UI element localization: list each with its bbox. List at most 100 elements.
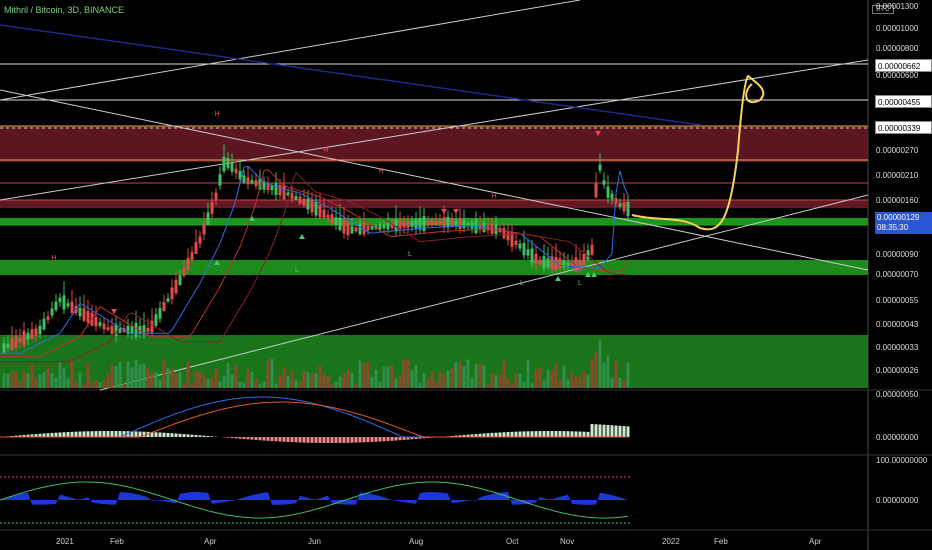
macd-histogram-bar <box>498 432 502 437</box>
volume-bar <box>490 373 494 388</box>
volume-bar <box>2 372 6 388</box>
macd-histogram-bar <box>542 431 546 437</box>
price-tick-label: 0.00000270 <box>876 146 919 155</box>
macd-histogram-bar <box>490 432 494 437</box>
volume-bar <box>374 369 378 388</box>
volume-bar <box>362 362 366 388</box>
volume-bar <box>530 383 534 388</box>
volume-bar <box>74 381 78 388</box>
indicator-tick-label: 0.00000000 <box>876 496 919 505</box>
macd-histogram-bar <box>62 432 66 437</box>
volume-bar <box>94 380 98 388</box>
volume-bar <box>582 370 586 388</box>
macd-histogram-bar <box>546 431 550 437</box>
price-tick-label: 0.00000070 <box>876 270 919 279</box>
macd-histogram-bar <box>610 425 614 437</box>
time-tick-label: Jun <box>308 537 321 546</box>
macd-histogram-bar <box>134 431 138 437</box>
macd-histogram-bar <box>50 432 54 437</box>
high-marker: H <box>491 193 496 200</box>
macd-histogram-bar <box>534 431 538 437</box>
macd-histogram-bar <box>246 437 250 440</box>
volume-bar <box>606 355 610 388</box>
volume-bar <box>534 369 538 388</box>
volume-bar <box>190 383 194 388</box>
volume-bar <box>478 363 482 388</box>
volume-bar <box>138 364 142 388</box>
volume-bar <box>62 367 66 388</box>
macd-histogram-bar <box>98 431 102 437</box>
volume-bar <box>238 381 242 388</box>
macd-histogram-bar <box>302 437 306 443</box>
volume-bar <box>310 373 314 388</box>
macd-histogram-bar <box>530 431 534 437</box>
volume-bar <box>90 381 94 388</box>
volume-bar <box>438 371 442 388</box>
volume-bar <box>186 361 190 388</box>
macd-histogram-bar <box>242 437 246 440</box>
macd-histogram-bar <box>334 437 338 443</box>
volume-bar <box>266 359 270 388</box>
volume-bar <box>426 377 430 388</box>
macd-histogram-bar <box>94 431 98 437</box>
volume-bar <box>242 382 246 388</box>
low-marker: L <box>295 267 299 274</box>
macd-histogram-bar <box>158 432 162 437</box>
time-tick-label: 2021 <box>56 537 74 546</box>
volume-bar <box>114 366 118 388</box>
volume-bar <box>526 359 530 388</box>
macd-histogram-bar <box>238 437 242 439</box>
macd-histogram-bar <box>306 437 310 443</box>
volume-zone <box>0 335 868 388</box>
volume-bar <box>410 370 414 388</box>
volume-bar <box>30 364 34 388</box>
macd-histogram-bar <box>226 437 230 438</box>
macd-histogram-bar <box>526 431 530 437</box>
macd-histogram-bar <box>582 431 586 437</box>
macd-histogram-bar <box>170 433 174 437</box>
macd-histogram-bar <box>538 431 542 437</box>
volume-bar <box>518 373 522 388</box>
macd-histogram-bar <box>74 431 78 437</box>
macd-histogram-bar <box>390 437 394 441</box>
volume-bar <box>546 369 550 388</box>
volume-bar <box>378 381 382 388</box>
high-marker: H <box>378 168 383 175</box>
volume-bar <box>598 339 602 388</box>
macd-histogram-bar <box>318 437 322 443</box>
macd-histogram-bar <box>206 435 210 437</box>
support-zone <box>0 260 868 275</box>
macd-histogram-bar <box>194 434 198 437</box>
macd-histogram-bar <box>86 431 90 437</box>
volume-bar <box>590 358 594 388</box>
signal-line <box>0 401 628 438</box>
macd-histogram-bar <box>338 437 342 443</box>
volume-bar <box>298 381 302 388</box>
macd-histogram-bar <box>622 426 626 437</box>
volume-bar <box>446 370 450 388</box>
macd-histogram-bar <box>270 437 274 442</box>
volume-bar <box>550 370 554 388</box>
macd-histogram-bar <box>350 437 354 443</box>
volume-bar <box>594 352 598 388</box>
chart-canvas[interactable]: H H H H H L L L L <box>0 0 932 550</box>
macd-histogram-bar <box>310 437 314 443</box>
volume-bar <box>162 360 166 388</box>
macd-histogram-bar <box>110 431 114 437</box>
volume-bar <box>182 383 186 388</box>
volume-bar <box>262 381 266 388</box>
macd-histogram-bar <box>234 437 238 439</box>
macd-histogram-bar <box>554 431 558 437</box>
volume-bar <box>522 381 526 388</box>
macd-histogram-bar <box>114 431 118 437</box>
volume-bar <box>618 377 622 388</box>
macd-histogram-bar <box>102 431 106 437</box>
volume-bar <box>434 382 438 388</box>
macd-histogram-bar <box>618 425 622 437</box>
macd-histogram-bar <box>154 432 158 437</box>
volume-bar <box>102 380 106 388</box>
macd-histogram-bar <box>374 437 378 442</box>
volume-bar <box>562 365 566 388</box>
time-tick-label: Nov <box>560 537 575 546</box>
macd-histogram-bar <box>262 437 266 441</box>
